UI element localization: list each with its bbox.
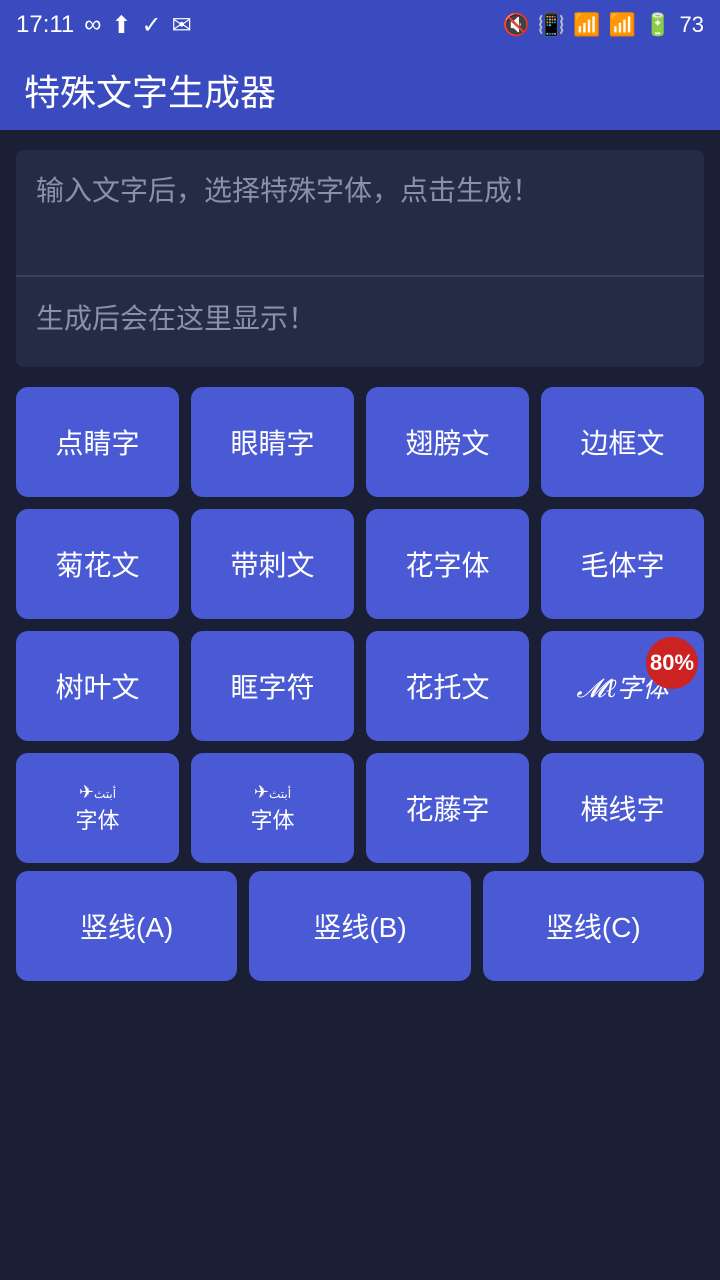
output-area: 生成后会在这里显示！ <box>16 277 704 367</box>
font-buttons-grid: 点睛字 眼睛字 翅膀文 边框文 菊花文 带刺文 花字体 毛体字 树叶文 眶字符 <box>16 383 704 867</box>
signal-icon: 📶 <box>609 12 636 38</box>
btn-daici[interactable]: 带刺文 <box>191 509 354 619</box>
vibrate-icon: 📳 <box>538 12 565 38</box>
btn-shuxianB[interactable]: 竖线(B) <box>249 871 470 981</box>
wifi-icon: 📶 <box>573 12 600 38</box>
btn-shuxianC[interactable]: 竖线(C) <box>483 871 704 981</box>
btn-yanjing[interactable]: 眼睛字 <box>191 387 354 497</box>
status-bar: 17:11 ∞ ⬆ ✓ ✉ 🔇 📳 📶 📶 🔋 73 <box>0 0 720 50</box>
btn-chibang[interactable]: 翅膀文 <box>366 387 529 497</box>
status-right: 🔇 📳 📶 📶 🔋 73 <box>502 12 704 38</box>
infinity-icon: ∞ <box>84 11 101 39</box>
app-bar: 特殊文字生成器 <box>0 50 720 130</box>
btn-huatuo[interactable]: 花托文 <box>366 631 529 741</box>
btn-feiji2[interactable]: ✈أبتث字体 <box>191 753 354 863</box>
btn-shuxianA[interactable]: 竖线(A) <box>16 871 237 981</box>
check-icon: ✓ <box>142 11 162 40</box>
badge-80: 80% <box>646 637 698 689</box>
text-input[interactable] <box>36 170 684 254</box>
btn-shuye[interactable]: 树叶文 <box>16 631 179 741</box>
status-left: 17:11 ∞ ⬆ ✓ ✉ <box>16 11 192 40</box>
input-area <box>16 150 704 276</box>
battery-icon: 🔋 <box>644 12 671 38</box>
app-title: 特殊文字生成器 <box>24 64 276 116</box>
btn-huaziti[interactable]: 花字体 <box>366 509 529 619</box>
btn-kuang[interactable]: 眶字符 <box>191 631 354 741</box>
btn-juhua[interactable]: 菊花文 <box>16 509 179 619</box>
btn-ml[interactable]: 𝓜ℓ字体 80% <box>541 631 704 741</box>
output-placeholder: 生成后会在这里显示！ <box>36 303 316 334</box>
mute-icon: 🔇 <box>502 12 529 38</box>
btn-dianjing[interactable]: 点睛字 <box>16 387 179 497</box>
mail-icon: ✉ <box>172 11 192 40</box>
btn-maoti[interactable]: 毛体字 <box>541 509 704 619</box>
battery-level: 73 <box>680 12 704 38</box>
time-display: 17:11 <box>16 11 74 39</box>
bottom-buttons-grid: 竖线(A) 竖线(B) 竖线(C) <box>16 867 704 985</box>
upload-icon: ⬆ <box>111 11 131 40</box>
main-content: 生成后会在这里显示！ 点睛字 眼睛字 翅膀文 边框文 菊花文 带刺文 花字体 毛… <box>0 130 720 1005</box>
btn-biankuang[interactable]: 边框文 <box>541 387 704 497</box>
btn-huateng[interactable]: 花藤字 <box>366 753 529 863</box>
btn-hengxian[interactable]: 横线字 <box>541 753 704 863</box>
btn-feiji1[interactable]: ✈أبتث字体 <box>16 753 179 863</box>
